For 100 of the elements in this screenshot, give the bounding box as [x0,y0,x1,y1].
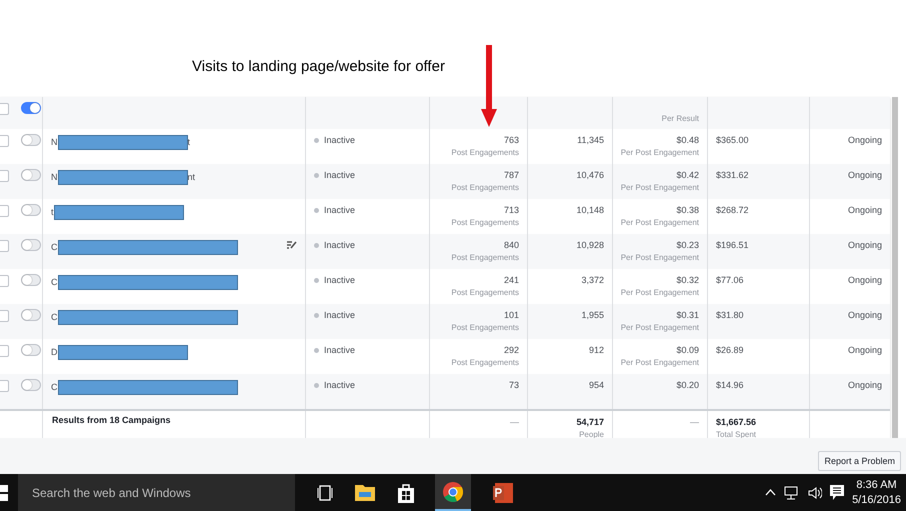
end-date: Ongoing [848,205,882,215]
end-date: Ongoing [848,240,882,250]
windows-icon[interactable] [0,484,8,500]
row-checkbox[interactable] [0,205,9,217]
results-value: 292 [504,345,519,355]
status-dot [314,313,319,318]
cost-value: $0.20 [676,380,699,390]
results-label: Post Engagements [451,288,519,297]
toggle-switch[interactable] [21,204,41,216]
cost-label: Per Post Engagement [620,323,699,332]
pencil-icon[interactable] [287,241,297,250]
campaign-name[interactable]: D [51,347,58,357]
cost-value: $0.48 [676,135,699,145]
network-icon[interactable] [784,486,800,500]
campaign-name[interactable]: nt [188,172,196,182]
spent-label: Total Spent [716,430,758,439]
reach-value: 1,955 [581,310,604,320]
folder-icon[interactable] [355,484,375,501]
cost-value: $0.31 [676,310,699,320]
reach-value: 954 [588,380,604,390]
reach-label: People [579,430,604,439]
results-label: Post Engagements [451,253,519,262]
toggle-switch[interactable] [21,102,41,114]
status-text: Inactive [324,205,356,217]
toggle-switch[interactable] [21,274,41,286]
campaign-name[interactable]: t [51,207,54,217]
results-value: 713 [504,205,519,215]
cost-value: $0.23 [676,240,699,250]
toggle-switch[interactable] [21,239,41,251]
status-dot [314,243,319,248]
campaign-name[interactable]: t [188,137,190,147]
reach-value: 3,372 [581,275,604,285]
amount-spent: $365.00 [716,135,750,145]
results-label: Post Engagements [451,183,519,192]
campaign-name[interactable]: C [51,242,58,252]
results-value: 101 [504,310,519,320]
amount-spent: $77.06 [716,275,745,285]
campaign-name[interactable]: N [51,172,58,182]
campaign-name[interactable]: C [51,277,58,287]
task-view-icon[interactable] [317,484,333,500]
row-checkbox[interactable] [0,135,9,147]
end-date: Ongoing [848,135,882,145]
status-text: Inactive [324,275,356,287]
row-checkbox[interactable] [0,240,9,252]
row-checkbox[interactable] [0,380,9,392]
end-date: Ongoing [848,275,882,285]
results-label: Post Engagements [451,218,519,227]
cost-label: Per Post Engagement [620,218,699,227]
clock-time[interactable]: 8:36 AM [856,478,897,492]
results-label: Post Engagements [451,148,519,157]
results-total: — [510,417,519,427]
cost-label: Per Post Engagement [620,148,699,157]
toggle-switch[interactable] [21,379,41,391]
toggle-switch[interactable] [21,309,41,321]
toggle-switch[interactable] [21,134,41,146]
results-label: Post Engagements [451,323,519,332]
taskbar-app[interactable] [435,474,471,511]
results-value: 763 [504,135,519,145]
results-value: 787 [504,170,519,180]
scrollbar[interactable] [892,97,898,438]
reach-value: 912 [588,345,604,355]
campaign-name[interactable]: N [51,137,58,147]
row-checkbox[interactable] [0,170,9,182]
browser-icon [443,482,463,502]
row-checkbox[interactable] [0,310,9,322]
amount-spent: $196.51 [716,240,750,250]
status-dot [314,208,319,213]
campaign-name[interactable]: C [51,382,58,392]
reach-value: 10,476 [576,170,604,180]
status-text: Inactive [324,345,356,357]
end-date: Ongoing [848,310,882,320]
results-value: 241 [504,275,519,285]
status-text: Inactive [324,170,356,182]
results-value: 840 [504,240,519,250]
shopping-bag-icon[interactable] [397,482,415,502]
amount-spent: $26.89 [716,345,745,355]
search-field[interactable]: Search the web and Windows [18,474,295,511]
end-date: Ongoing [848,345,882,355]
clock-date[interactable]: 5/16/2016 [852,492,901,508]
toggle-switch[interactable] [21,344,41,356]
row-checkbox[interactable] [0,275,9,287]
reach-value: 10,928 [576,240,604,250]
speaker-icon[interactable] [808,486,822,500]
toggle-switch[interactable] [21,169,41,181]
report-problem-button[interactable]: Report a Problem [818,451,901,471]
amount-spent: $331.62 [716,170,750,180]
notification-icon[interactable] [830,484,844,500]
campaign-name[interactable]: C [51,312,58,322]
row-checkbox[interactable] [0,345,9,357]
reach-value: 10,148 [576,205,604,215]
status-dot [314,173,319,178]
end-date: Ongoing [848,380,882,390]
status-dot [314,383,319,388]
amount-spent: $14.96 [716,380,745,390]
cost-value: $0.38 [676,205,699,215]
cost-label: Per Post Engagement [620,253,699,262]
row-checkbox[interactable] [0,103,9,115]
status-text: Inactive [324,310,356,322]
presentation-app-icon[interactable] [493,482,513,502]
chevron-up-icon[interactable] [765,489,776,496]
